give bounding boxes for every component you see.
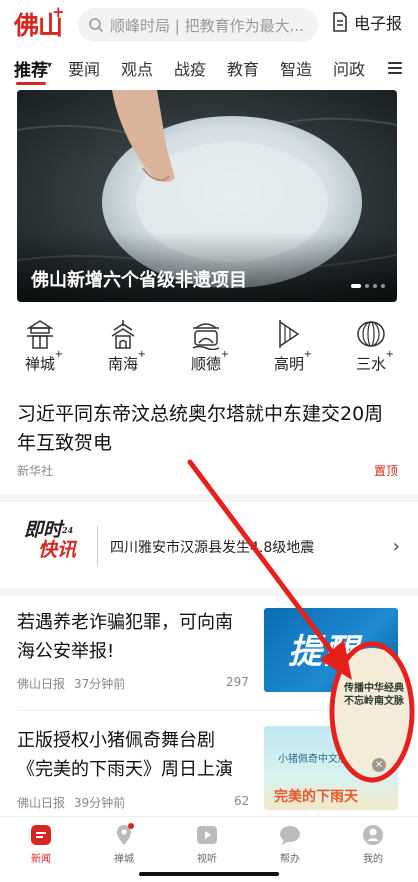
gaoming-icon xyxy=(279,320,300,348)
caret-down-icon: ▾ xyxy=(47,60,53,71)
district-sanshui[interactable]: 三水 + xyxy=(331,318,411,374)
nav-news[interactable]: 新闻 xyxy=(11,823,71,865)
headline-title: 习近平同东帝汶总统奥尔塔就中东建交20周年互致贺电 xyxy=(17,403,384,454)
chancheng-icon xyxy=(26,320,54,349)
app-header: 佛山 + 顺峰时局 | 把教育作为最大... 电子报 xyxy=(0,0,418,50)
headline-article[interactable]: 习近平同东帝汶总统奥尔塔就中东建交20周年互致贺电 xyxy=(17,400,401,458)
district-label: 三水 + xyxy=(355,349,394,373)
flash-news-text: 四川雅安市汉源县发生4.8级地震 xyxy=(110,540,315,556)
nav-help[interactable]: 帮办 xyxy=(260,823,320,865)
tab-education[interactable]: 教育 xyxy=(227,56,259,80)
epaper-button[interactable]: 电子报 xyxy=(332,10,402,34)
district-nanhai[interactable]: 南海 + xyxy=(83,318,163,374)
news-view-count: 62 xyxy=(234,794,250,808)
nav-label: 帮办 xyxy=(280,854,300,865)
news-icon xyxy=(31,825,51,845)
promo-text: 传播中华经典 不忘岭南文脉 xyxy=(344,683,404,707)
tab-politics[interactable]: 问政 xyxy=(333,56,365,80)
section-divider xyxy=(0,494,418,502)
district-label: 顺德 + xyxy=(190,349,229,373)
district-shunde[interactable]: 顺德 + xyxy=(166,318,246,374)
news-source: 佛山日报 xyxy=(17,796,66,810)
carousel-dot xyxy=(381,284,385,288)
nav-label: 禅城 xyxy=(114,854,134,865)
tab-recommend[interactable]: 推荐 xyxy=(14,56,48,85)
home-indicator xyxy=(139,872,279,876)
flash-news-logo: 即时24 快讯 xyxy=(24,519,77,561)
play-icon xyxy=(197,826,217,844)
tab-opinion[interactable]: 观点 xyxy=(121,56,153,80)
district-label: 南海 + xyxy=(107,349,146,373)
news-source: 佛山日报 xyxy=(17,677,66,691)
profile-icon xyxy=(363,825,383,845)
shunde-icon xyxy=(192,323,220,350)
floating-promo[interactable]: 传播中华经典 不忘岭南文脉 xyxy=(336,648,408,774)
pinned-badge: 置顶 xyxy=(373,464,398,478)
chevron-right-icon[interactable]: › xyxy=(393,536,400,557)
nav-label: 视听 xyxy=(197,854,217,865)
news-time: 37分钟前 xyxy=(74,677,126,691)
tab-manufacturing[interactable]: 智造 xyxy=(280,56,312,80)
nav-label: 我的 xyxy=(363,854,383,865)
search-placeholder: 顺峰时局 | 把教育作为最大... xyxy=(110,16,304,35)
district-chancheng[interactable]: 禅城 + xyxy=(0,318,80,374)
carousel-indicator xyxy=(351,284,385,288)
chat-icon xyxy=(280,826,300,845)
nanhai-icon xyxy=(111,320,135,349)
district-gaoming[interactable]: 高明 + xyxy=(249,318,329,374)
menu-icon[interactable] xyxy=(388,62,402,77)
sanshui-icon xyxy=(357,321,385,347)
news-time: 39分钟前 xyxy=(74,796,126,810)
hero-banner[interactable]: 佛山新增六个省级非遗项目 xyxy=(17,90,397,302)
nav-chancheng[interactable]: 禅城 xyxy=(94,823,154,865)
epaper-label: 电子报 xyxy=(354,14,403,33)
document-icon xyxy=(333,12,347,32)
headline-source: 新华社 xyxy=(17,464,54,478)
district-row: 禅城 + 南海 + 顺德 + 高明 + 三水 + xyxy=(0,318,418,378)
tab-pandemic[interactable]: 战疫 xyxy=(174,56,206,80)
flash-separator xyxy=(97,526,98,566)
tab-news[interactable]: 要闻 xyxy=(68,56,100,80)
news-title: 正版授权小猪佩奇舞台剧《完美的下雨天》周日上演 xyxy=(17,730,233,780)
thumbnail-title: 完美的下雨天 xyxy=(274,789,358,805)
district-label: 高明 + xyxy=(273,349,312,373)
search-bar[interactable]: 顺峰时局 | 把教育作为最大... xyxy=(78,8,318,42)
notification-dot xyxy=(128,823,134,829)
carousel-dot xyxy=(365,284,369,288)
news-title: 若遇养老诈骗犯罪，可向南海公安举报! xyxy=(17,612,233,662)
category-tabs: 推荐 ▾ 要闻 观点 战疫 教育 智造 问政 xyxy=(0,50,418,85)
carousel-dot xyxy=(373,284,377,288)
nav-profile[interactable]: 我的 xyxy=(343,823,403,865)
news-view-count: 297 xyxy=(226,675,249,689)
district-label: 禅城 + xyxy=(24,349,63,373)
logo-plus-mark: + xyxy=(52,3,65,21)
nav-label: 新闻 xyxy=(31,854,51,865)
flash-news-bar[interactable]: 即时24 快讯 四川雅安市汉源县发生4.8级地震 › xyxy=(0,510,418,580)
carousel-dot xyxy=(351,284,361,288)
search-icon xyxy=(89,18,103,32)
close-icon[interactable]: × xyxy=(372,758,386,772)
nav-media[interactable]: 视听 xyxy=(177,823,237,865)
hero-caption: 佛山新增六个省级非遗项目 xyxy=(31,270,247,291)
section-divider xyxy=(0,588,418,596)
